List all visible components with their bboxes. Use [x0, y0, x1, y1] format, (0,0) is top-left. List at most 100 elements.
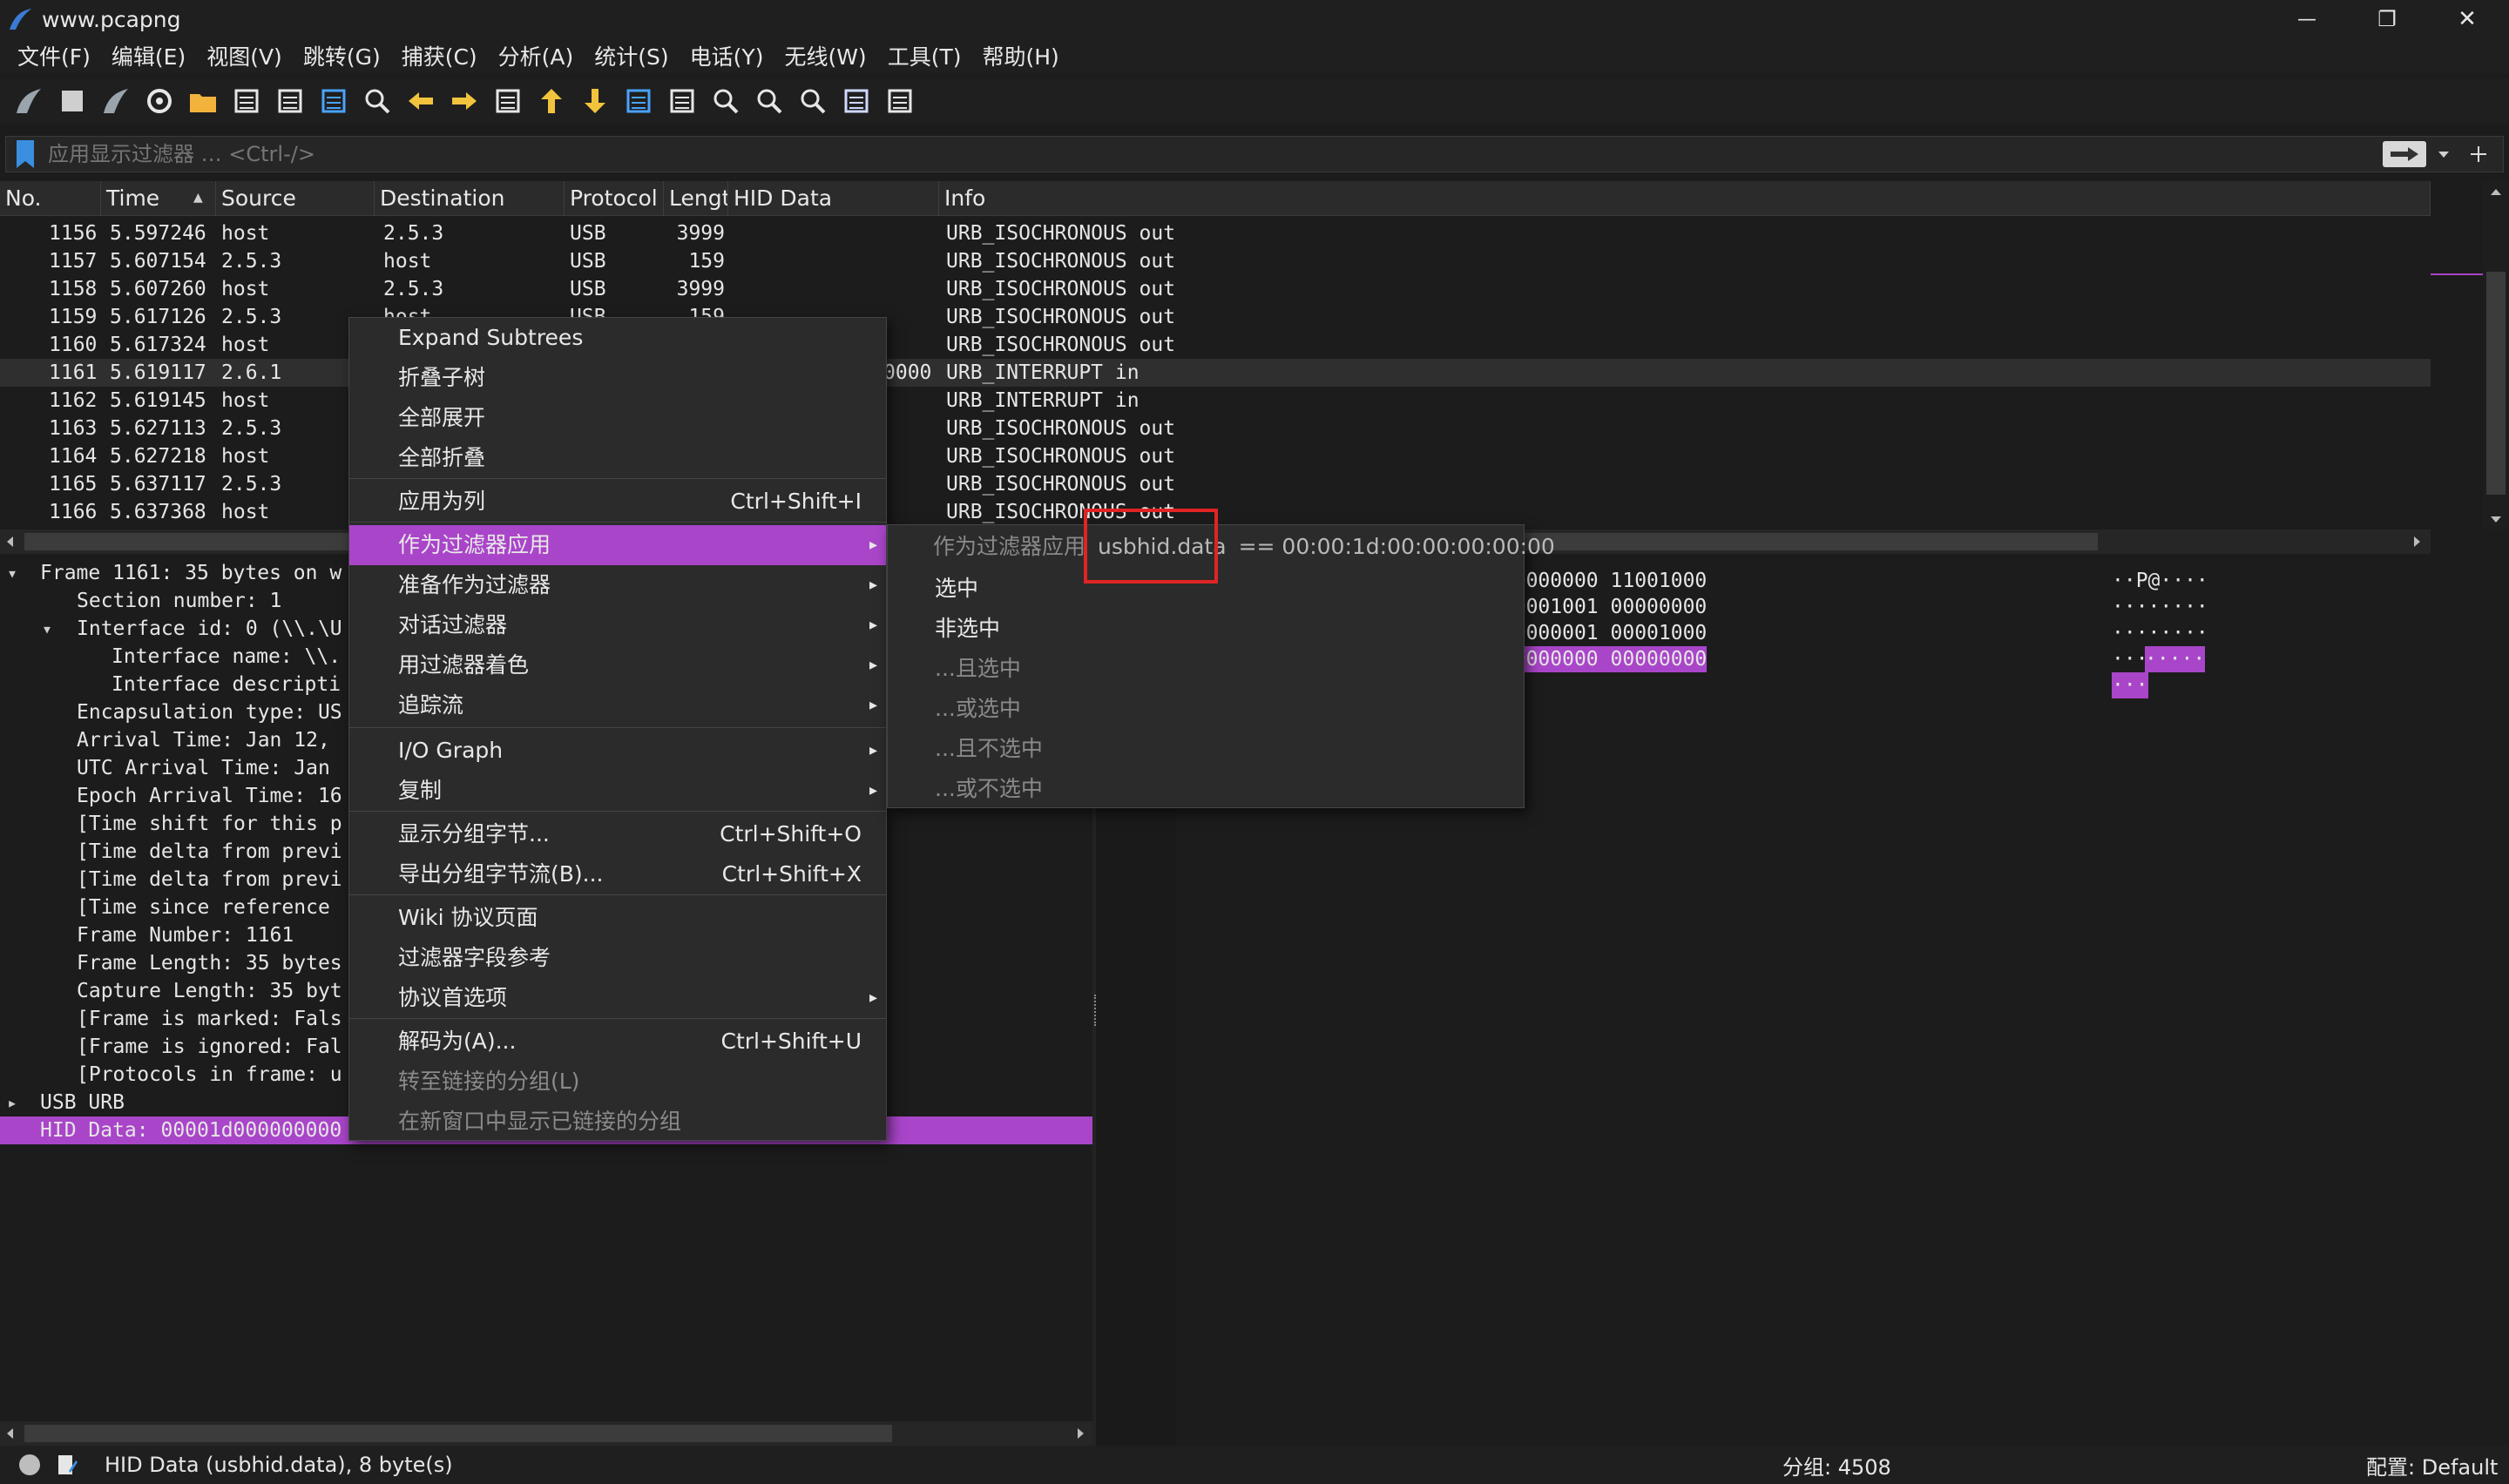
scroll-up-icon[interactable] — [2483, 182, 2509, 201]
column-header-2[interactable]: Source — [216, 181, 375, 216]
cell-info: URB_INTERRUPT in — [946, 389, 1140, 412]
context-menu-item[interactable]: 协议首选项 ▸ — [349, 978, 886, 1018]
bytes-ascii[interactable]: ··· — [2112, 646, 2148, 672]
context-menu-item[interactable]: 解码为(A)... Ctrl+Shift+U — [349, 1022, 886, 1062]
menu-7[interactable]: 电话(Y) — [680, 40, 774, 71]
capture-comment-icon[interactable] — [54, 1453, 78, 1477]
layout-icon[interactable] — [883, 84, 916, 118]
bytes-ascii[interactable]: ········ — [2112, 620, 2208, 646]
packet-list-vscrollbar[interactable] — [2483, 181, 2509, 530]
context-menu-item[interactable]: 追踪流 ▸ — [349, 685, 886, 725]
menu-2[interactable]: 视图(V) — [196, 40, 293, 71]
menu-0[interactable]: 文件(F) — [7, 40, 101, 71]
zoom-in-icon[interactable] — [709, 84, 742, 118]
context-menu-item[interactable]: 全部展开 — [349, 398, 886, 438]
resize-columns-icon[interactable] — [840, 84, 873, 118]
submenu-item[interactable]: 非选中 — [888, 609, 1524, 649]
context-menu-item[interactable]: 对话过滤器 ▸ — [349, 605, 886, 645]
context-menu-item[interactable]: 作为过滤器应用 ▸ — [349, 525, 886, 565]
last-packet-icon[interactable] — [578, 84, 612, 118]
find-magnifier-icon[interactable] — [361, 84, 394, 118]
status-field-info: HID Data (usbhid.data), 8 byte(s) — [105, 1453, 453, 1477]
hscroll-thumb[interactable] — [24, 1425, 892, 1442]
close-file-icon[interactable] — [274, 84, 307, 118]
minimize-button[interactable]: — — [2267, 0, 2347, 38]
column-header-7[interactable]: Info — [939, 181, 2431, 216]
add-filter-icon[interactable] — [2468, 144, 2489, 165]
column-header-6[interactable]: HID Data — [728, 181, 939, 216]
close-button[interactable]: ✕ — [2427, 0, 2507, 38]
column-header-5[interactable]: Lengt — [664, 181, 728, 216]
column-header-3[interactable]: Destination — [375, 181, 565, 216]
table-row[interactable]: 1157 5.607154 2.5.3 host USB 159 URB_ISOCHRONO… — [0, 247, 2431, 275]
zoom-normal-icon[interactable] — [796, 84, 829, 118]
column-header-0[interactable]: No. — [0, 181, 101, 216]
cell-src: host — [221, 222, 270, 245]
open-folder-icon[interactable] — [186, 84, 220, 118]
shark-fin-start-icon[interactable] — [12, 84, 45, 118]
details-hscrollbar[interactable] — [0, 1421, 1092, 1446]
menu-8[interactable]: 无线(W) — [774, 40, 876, 71]
scroll-thumb[interactable] — [2486, 272, 2506, 495]
scroll-right-icon[interactable] — [2406, 530, 2427, 554]
menu-5[interactable]: 分析(A) — [488, 40, 585, 71]
table-row[interactable]: 1156 5.597246 host 2.5.3 USB 3999 URB_ISOCHRON… — [0, 219, 2431, 247]
reload-icon[interactable] — [317, 84, 350, 118]
options-gear-icon[interactable] — [143, 84, 176, 118]
stop-square-icon[interactable] — [56, 84, 89, 118]
status-profile[interactable]: 配置: Default — [2366, 1450, 2498, 1481]
goto-packet-icon[interactable] — [491, 84, 524, 118]
collapsed-arrow-icon[interactable]: ▸ — [7, 1089, 17, 1116]
menu-item-label: I/O Graph — [398, 738, 504, 763]
context-menu-item[interactable]: 全部折叠 — [349, 438, 886, 478]
context-menu-item[interactable]: 显示分组字节... Ctrl+Shift+O — [349, 814, 886, 854]
chevron-down-icon[interactable] — [2435, 145, 2452, 163]
context-menu-item[interactable]: 复制 ▸ — [349, 771, 886, 811]
bytes-ascii-highlight[interactable]: ····· — [2145, 646, 2206, 672]
table-row[interactable]: 1158 5.607260 host 2.5.3 USB 3999 URB_ISOCHRON… — [0, 275, 2431, 303]
bookmark-icon[interactable] — [13, 138, 37, 170]
context-menu-item[interactable]: 用过滤器着色 ▸ — [349, 645, 886, 685]
menu-10[interactable]: 帮助(H) — [971, 40, 1069, 71]
scroll-right-icon[interactable] — [1070, 1421, 1091, 1446]
back-arrow-icon[interactable] — [404, 84, 437, 118]
expanded-arrow-icon[interactable]: ▾ — [7, 559, 17, 587]
context-menu-item[interactable]: Wiki 协议页面 — [349, 898, 886, 938]
restart-fin-icon[interactable] — [99, 84, 132, 118]
menu-3[interactable]: 跳转(G) — [293, 40, 391, 71]
apply-filter-button[interactable] — [2383, 141, 2426, 167]
context-menu-item[interactable]: Expand Subtrees — [349, 318, 886, 358]
column-header-4[interactable]: Protocol — [565, 181, 664, 216]
forward-arrow-icon[interactable] — [448, 84, 481, 118]
cell-dst: host — [383, 250, 432, 273]
zoom-out-icon[interactable] — [753, 84, 786, 118]
scroll-left-icon[interactable] — [0, 530, 21, 554]
scroll-down-icon[interactable] — [2483, 510, 2509, 530]
autoscroll-icon[interactable] — [622, 84, 655, 118]
cell-src: host — [221, 445, 270, 468]
scroll-left-icon[interactable] — [0, 1421, 21, 1446]
menu-9[interactable]: 工具(T) — [877, 40, 972, 71]
cell-src: 2.5.3 — [221, 417, 282, 440]
display-filter-input[interactable] — [37, 137, 2383, 172]
menu-4[interactable]: 捕获(C) — [391, 40, 488, 71]
cell-info: URB_ISOCHRONOUS out — [946, 417, 1176, 440]
bytes-ascii[interactable]: ········ — [2112, 594, 2208, 620]
context-menu-item[interactable]: 过滤器字段参考 — [349, 938, 886, 978]
bytes-ascii-highlight[interactable]: ··· — [2112, 672, 2148, 698]
context-menu-item[interactable]: 准备作为过滤器 ▸ — [349, 565, 886, 605]
context-menu-item[interactable]: I/O Graph ▸ — [349, 731, 886, 771]
menu-6[interactable]: 统计(S) — [584, 40, 679, 71]
bytes-ascii[interactable]: ··P@···· — [2112, 568, 2208, 594]
context-menu-item: 在新窗口中显示已链接的分组 — [349, 1102, 886, 1142]
context-menu-item[interactable]: 折叠子树 — [349, 358, 886, 398]
file-icon[interactable] — [230, 84, 263, 118]
expert-info-icon[interactable] — [17, 1453, 42, 1477]
colorize-icon[interactable] — [666, 84, 699, 118]
menu-1[interactable]: 编辑(E) — [101, 40, 196, 71]
context-menu-item[interactable]: 导出分组字节流(B)... Ctrl+Shift+X — [349, 854, 886, 894]
first-packet-icon[interactable] — [535, 84, 568, 118]
maximize-button[interactable]: ❐ — [2347, 0, 2427, 38]
context-menu-item[interactable]: 应用为列 Ctrl+Shift+I — [349, 482, 886, 522]
expanded-arrow-icon[interactable]: ▾ — [42, 615, 52, 643]
